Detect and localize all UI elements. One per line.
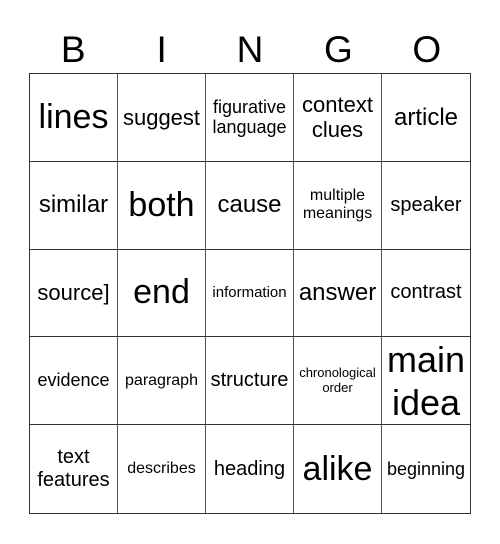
bingo-cell-text: heading [213, 457, 286, 480]
bingo-cell-text: answer [298, 279, 377, 307]
bingo-cell[interactable]: context clues [294, 74, 382, 162]
bingo-cell[interactable]: text features [30, 425, 118, 513]
bingo-cell-text: figurative language [212, 96, 287, 138]
bingo-cell-text: describes [127, 459, 196, 477]
bingo-cell-text: source] [37, 280, 110, 306]
bingo-cell-text: text features [37, 446, 110, 492]
bingo-cell-text: information [212, 284, 287, 302]
bingo-cell[interactable]: chronological order [294, 337, 382, 426]
bingo-cell-text: paragraph [125, 371, 198, 389]
bingo-cell-text: cause [217, 191, 282, 219]
bingo-cell[interactable]: heading [206, 425, 294, 513]
bingo-cell[interactable]: paragraph [118, 337, 206, 426]
bingo-cell[interactable]: both [118, 161, 206, 250]
bingo-cell-text: suggest [122, 104, 201, 130]
bingo-cell-text: end [133, 273, 190, 312]
header-letter-n: N [236, 29, 264, 70]
bingo-cell[interactable]: end [118, 249, 206, 338]
bingo-cell[interactable]: contrast [382, 250, 470, 338]
bingo-cell-text: alike [302, 449, 373, 488]
bingo-cell-text: speaker [390, 193, 462, 216]
bingo-cell[interactable]: beginning [382, 425, 470, 513]
bingo-cell[interactable]: article [382, 74, 470, 162]
bingo-cell-text: contrast [390, 281, 462, 304]
bingo-cell[interactable]: information [206, 249, 294, 338]
bingo-cell[interactable]: structure [206, 337, 294, 426]
bingo-cell[interactable]: figurative language [206, 74, 294, 162]
bingo-cell[interactable]: describes [118, 425, 206, 513]
bingo-cell[interactable]: cause [206, 161, 294, 250]
bingo-cell[interactable]: speaker [382, 162, 470, 250]
bingo-cell-text: context clues [302, 92, 373, 143]
bingo-cell-text: multiple meanings [302, 186, 373, 223]
bingo-cell[interactable]: lines [30, 74, 118, 162]
bingo-header: B I N G O [29, 28, 471, 72]
bingo-cell-text: beginning [386, 458, 466, 479]
bingo-cell-text: article [393, 103, 459, 131]
bingo-cell-text: both [128, 185, 195, 224]
bingo-board: lines suggest figurative language context clu… [29, 73, 471, 514]
bingo-cell-text: lines [38, 97, 109, 136]
bingo-cell-text: similar [38, 191, 109, 219]
bingo-cell[interactable]: source] [30, 249, 118, 338]
header-letter-b: B [60, 29, 86, 70]
bingo-cell-text: evidence [37, 370, 110, 391]
bingo-cell[interactable]: similar [30, 161, 118, 250]
bingo-cell-text: main idea [386, 338, 466, 423]
bingo-cell[interactable]: answer [294, 249, 382, 338]
header-letter-g: G [323, 29, 353, 70]
bingo-cell[interactable]: alike [294, 425, 382, 513]
bingo-cell[interactable]: suggest [118, 74, 206, 162]
bingo-cell-text: chronological order [299, 364, 376, 395]
bingo-cell-text: structure [210, 369, 289, 392]
bingo-cell[interactable]: evidence [30, 337, 118, 426]
header-letter-o: O [412, 29, 442, 70]
bingo-cell[interactable]: main idea [382, 337, 470, 426]
bingo-cell[interactable]: multiple meanings [294, 161, 382, 250]
header-letter-i: I [156, 29, 167, 70]
